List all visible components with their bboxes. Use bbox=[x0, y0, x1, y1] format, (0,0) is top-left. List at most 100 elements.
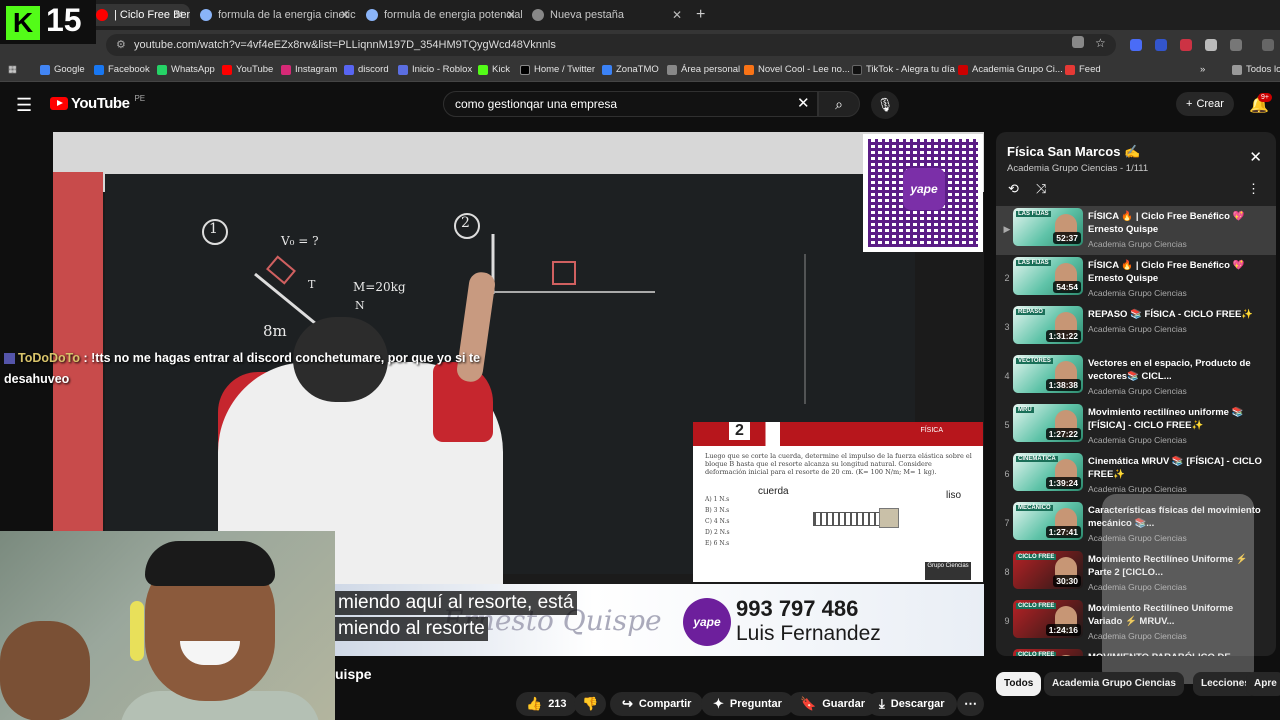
chevron-right-icon[interactable]: » bbox=[1200, 64, 1205, 75]
voice-search-button[interactable]: 🎙 bbox=[871, 91, 899, 119]
playlist-item[interactable]: 3 REPASO 1:31:22 REPASO 📚 FÍSICA - CICLO FR… bbox=[996, 304, 1276, 353]
bookmark-facebook[interactable]: Facebook bbox=[94, 64, 150, 75]
browser-tab-1[interactable]: | Ciclo Free Benéfi ✕ bbox=[88, 4, 190, 26]
playlist-thumbnail[interactable]: CICLO FREE bbox=[1013, 649, 1083, 656]
create-button[interactable]: + Crear bbox=[1176, 92, 1234, 116]
browser-tab-2[interactable]: formula de la energia cinetica ✕ bbox=[192, 4, 356, 26]
playlist-item[interactable]: ▶ LAS FIJAS 52:37 FÍSICA 🔥 | Ciclo Free Ben… bbox=[996, 206, 1276, 255]
bookmark-label: Facebook bbox=[108, 64, 150, 75]
search-button[interactable]: ⌕ bbox=[818, 91, 860, 117]
playlist-item-index: 5 bbox=[1004, 420, 1010, 430]
chalk-normal: N bbox=[355, 299, 365, 312]
playlist-thumbnail[interactable]: LAS FIJAS 52:37 bbox=[1013, 208, 1083, 246]
playlist-item[interactable]: 5 MRU 1:27:22 Movimiento rectilíneo uniform… bbox=[996, 402, 1276, 451]
problem-option: D) 2 N.s bbox=[705, 529, 730, 536]
playlist-item[interactable]: 6 CINEMÁTICA 1:39:24 Cinemática MRUV 📚 [FÍS… bbox=[996, 451, 1276, 500]
close-icon[interactable]: ✕ bbox=[1249, 148, 1262, 166]
bookmark-label: TikTok - Alegra tu día bbox=[866, 64, 955, 75]
playlist-item-index: 7 bbox=[1004, 518, 1010, 528]
share-button[interactable]: ↪ Compartir bbox=[610, 692, 704, 716]
playlist-item[interactable]: 2 LAS FIJAS 54:54 FÍSICA 🔥 | Ciclo Free Ben… bbox=[996, 255, 1276, 304]
bookmark-area-personal[interactable]: Área personal bbox=[667, 64, 740, 75]
ask-button[interactable]: ✦ Preguntar bbox=[701, 692, 794, 716]
puzzle-icon[interactable] bbox=[1230, 39, 1242, 51]
chip-all[interactable]: Todos bbox=[996, 672, 1042, 696]
loop-icon[interactable]: ⟲ bbox=[1008, 181, 1019, 197]
playlist-thumbnail[interactable]: MECÁNICO 1:27:41 bbox=[1013, 502, 1083, 540]
video-duration: 1:38:38 bbox=[1045, 379, 1081, 391]
chat-badge-icon bbox=[4, 353, 15, 365]
youtube-logo[interactable]: YouTube PE bbox=[50, 94, 145, 112]
bookmark-tiktok[interactable]: TikTok - Alegra tu día bbox=[852, 64, 955, 75]
bookmark-zonatmo[interactable]: ZonaTMO bbox=[602, 64, 659, 75]
bookmark-label: Inicio - Roblox bbox=[412, 64, 473, 75]
playlist-thumbnail[interactable]: CICLO FREE 1:24:16 bbox=[1013, 600, 1083, 638]
playlist-item[interactable]: 4 VECTORES 1:38:38 Vectores en el espacio, … bbox=[996, 353, 1276, 402]
playlist-thumbnail[interactable]: LAS FIJAS 54:54 bbox=[1013, 257, 1083, 295]
bookmark-star-icon[interactable]: ☆ bbox=[1095, 36, 1107, 50]
more-dots-icon: ⋯ bbox=[964, 696, 977, 711]
apps-grid-icon[interactable]: ▦ bbox=[8, 64, 17, 75]
yape-logo-icon: yape bbox=[683, 598, 731, 646]
download-button[interactable]: ⤓ Descargar bbox=[867, 692, 957, 716]
chip-channel[interactable]: Academia Grupo Ciencias bbox=[1044, 672, 1184, 696]
tab-close-icon[interactable]: ✕ bbox=[672, 8, 682, 22]
playlist-title[interactable]: Física San Marcos ✍ bbox=[1007, 144, 1140, 160]
search-input[interactable]: como gestionqar una empresa bbox=[443, 91, 818, 117]
tab-close-icon[interactable]: ✕ bbox=[340, 8, 350, 22]
bookmark-all[interactable]: Todos lo bbox=[1232, 64, 1280, 75]
playlist-thumbnail[interactable]: MRU 1:27:22 bbox=[1013, 404, 1083, 442]
extension-icon[interactable] bbox=[1130, 39, 1142, 51]
more-vertical-icon[interactable]: ⋮ bbox=[1247, 181, 1260, 197]
clear-search-icon[interactable]: ✕ bbox=[797, 94, 810, 112]
bookmark-label: Instagram bbox=[295, 64, 338, 75]
playlist-thumbnail[interactable]: VECTORES 1:38:38 bbox=[1013, 355, 1083, 393]
bookmark-roblox[interactable]: Inicio - Roblox bbox=[398, 64, 472, 75]
bookmark-google[interactable]: Google bbox=[40, 64, 85, 75]
chip-learn[interactable]: Apre bbox=[1246, 672, 1280, 696]
bookmark-academia[interactable]: Academia Grupo Ci... bbox=[958, 64, 1063, 75]
bookmark-kick[interactable]: Kick bbox=[478, 64, 510, 75]
problem-options: A) 1 N.s B) 3 N.s C) 4 N.s D) 2 N.s E) 6… bbox=[705, 494, 730, 549]
thumbnail-face bbox=[1055, 655, 1077, 656]
subtitle-line: miendo aquí al resorte, está bbox=[335, 591, 577, 615]
playlist-thumbnail[interactable]: REPASO 1:31:22 bbox=[1013, 306, 1083, 344]
bookmark-twitter[interactable]: Home / Twitter bbox=[520, 64, 595, 75]
browser-tab-4[interactable]: Nueva pestaña ✕ bbox=[524, 4, 688, 26]
extension-icon[interactable] bbox=[1205, 39, 1217, 51]
like-button[interactable]: 👍 213 bbox=[516, 692, 577, 716]
menu-icon[interactable] bbox=[1262, 39, 1274, 51]
bookmark-feed[interactable]: Feed bbox=[1065, 64, 1101, 75]
playlist-thumbnail[interactable]: CICLO FREE 30:30 bbox=[1013, 551, 1083, 589]
tab-close-icon[interactable]: ✕ bbox=[506, 8, 516, 22]
bookmark-label: ZonaTMO bbox=[616, 64, 659, 75]
stream-chat-message: ToDoDoTo : !tts no me hagas entrar al di… bbox=[0, 348, 520, 390]
related-chips: Todos Academia Grupo Ciencias Lecciones … bbox=[996, 672, 1280, 696]
browser-tab-3[interactable]: formula de energia potencial - ✕ bbox=[358, 4, 522, 26]
url-field[interactable]: ⚙ youtube.com/watch?v=4vf4eEZx8rw&list=P… bbox=[106, 34, 1116, 56]
bookmark-youtube[interactable]: YouTube bbox=[222, 64, 273, 75]
shuffle-icon[interactable]: ⤨ bbox=[1036, 181, 1046, 197]
save-button[interactable]: 🔖 Guardar bbox=[788, 692, 877, 716]
extension-icon[interactable] bbox=[1155, 39, 1167, 51]
more-actions-button[interactable]: ⋯ bbox=[957, 692, 984, 716]
cuerda-label: cuerda bbox=[758, 486, 789, 497]
extension-icon[interactable] bbox=[1180, 39, 1192, 51]
cast-icon[interactable] bbox=[1072, 36, 1084, 48]
playlist-item-index: 2 bbox=[1004, 273, 1010, 283]
bookmark-discord[interactable]: discord bbox=[344, 64, 389, 75]
new-tab-button[interactable]: + bbox=[696, 6, 705, 24]
dislike-button[interactable]: 👎 bbox=[574, 692, 607, 716]
playlist-item-channel: Academia Grupo Ciencias bbox=[1088, 239, 1187, 249]
bookmark-instagram[interactable]: Instagram bbox=[281, 64, 337, 75]
hamburger-menu-icon[interactable]: ☰ bbox=[16, 95, 32, 116]
playlist-thumbnail[interactable]: CINEMÁTICA 1:39:24 bbox=[1013, 453, 1083, 491]
site-info-icon[interactable]: ⚙ bbox=[116, 34, 126, 56]
youtube-favicon-icon bbox=[96, 9, 108, 21]
bookmark-novelcool[interactable]: Novel Cool - Lee no... bbox=[744, 64, 850, 75]
bookmark-whatsapp[interactable]: WhatsApp bbox=[157, 64, 215, 75]
instagram-icon bbox=[281, 64, 291, 75]
tab-close-icon[interactable]: ✕ bbox=[174, 8, 184, 22]
video-duration: 1:39:24 bbox=[1045, 477, 1081, 489]
problem-number: 2 bbox=[729, 422, 750, 440]
